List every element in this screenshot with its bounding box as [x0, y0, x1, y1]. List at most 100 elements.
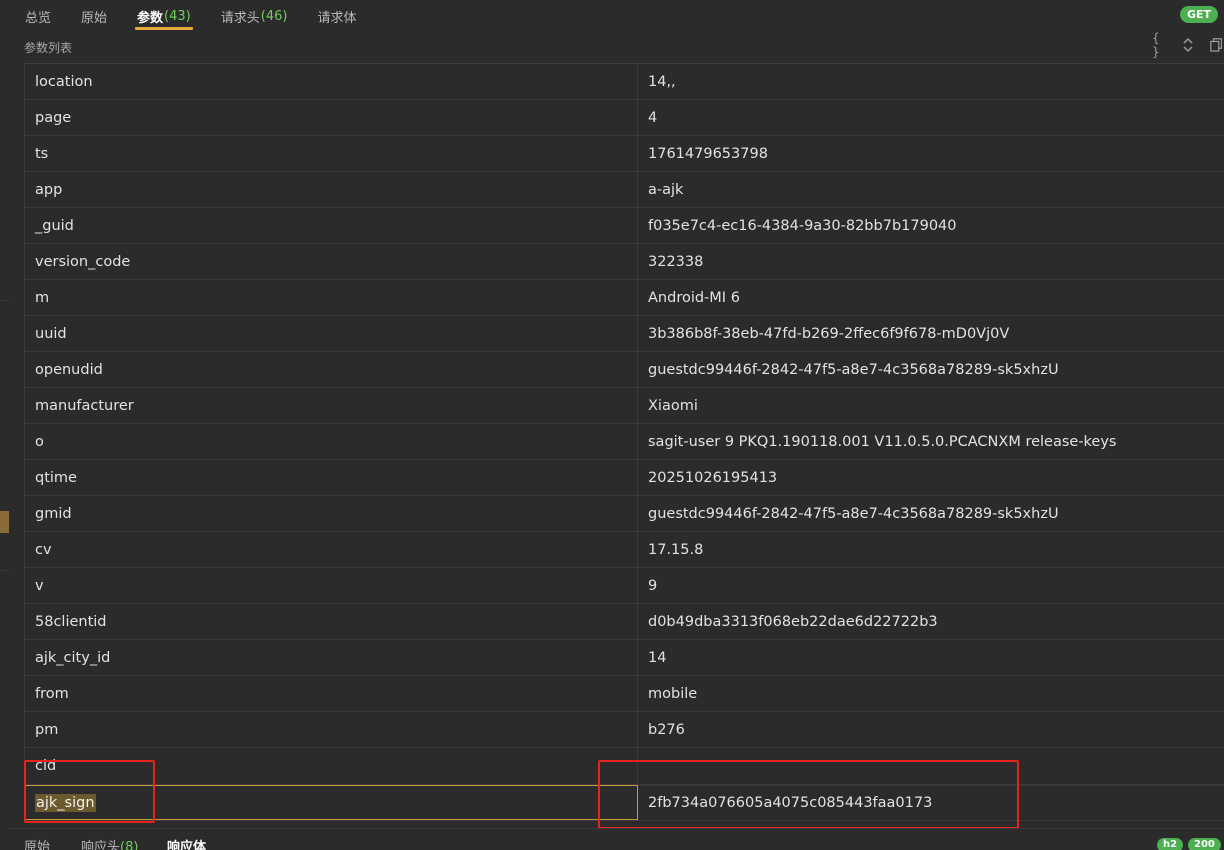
tab-request-headers[interactable]: 请求头 (46) — [206, 0, 303, 33]
params-table: location 14,, page 4 ts 1761479653798 app a-… — [24, 63, 1224, 821]
param-value: mobile — [648, 685, 698, 702]
tab-response-body[interactable]: 响应体 — [167, 836, 206, 850]
table-row[interactable]: cid — [24, 748, 1224, 785]
param-key: app — [24, 172, 638, 207]
param-value: f035e7c4-ec16-4384-9a30-82bb7b179040 — [648, 217, 957, 234]
param-value: 14 — [648, 649, 667, 666]
gutter-divider — [0, 570, 9, 571]
tab-response-raw[interactable]: 原始 — [24, 836, 50, 850]
table-row[interactable]: openudid guestdc99446f-2842-47f5-a8e7-4c3… — [24, 352, 1224, 388]
param-value: sagit-user 9 PKQ1.190118.001 V11.0.5.0.P… — [648, 433, 1117, 450]
param-key: v — [24, 568, 638, 603]
param-value: 322338 — [648, 253, 704, 270]
section-toolbar: { } — [1152, 31, 1224, 59]
param-value: 3b386b8f-38eb-47fd-b269-2ffec6f9f678-mD0… — [648, 325, 1010, 342]
param-key: from — [24, 676, 638, 711]
param-key: m — [24, 280, 638, 315]
braces-icon[interactable]: { } — [1152, 31, 1168, 59]
table-row[interactable]: o sagit-user 9 PKQ1.190118.001 V11.0.5.0.… — [24, 424, 1224, 460]
param-key: manufacturer — [24, 388, 638, 423]
search-highlight: ajk_sign — [35, 793, 96, 812]
param-value: d0b49dba3313f068eb22dae6d22722b3 — [648, 613, 938, 630]
gutter-divider — [0, 300, 9, 301]
param-value: Xiaomi — [648, 397, 698, 414]
tab-label: 响应头 — [81, 840, 121, 850]
param-key: uuid — [24, 316, 638, 351]
tab-response-headers[interactable]: 响应头(8) — [81, 836, 138, 850]
table-row[interactable]: manufacturer Xiaomi — [24, 388, 1224, 424]
param-key: qtime — [24, 460, 638, 495]
table-row[interactable]: m Android-MI 6 — [24, 280, 1224, 316]
table-row[interactable]: _guid f035e7c4-ec16-4384-9a30-82bb7b17904… — [24, 208, 1224, 244]
param-key: ajk_city_id — [24, 640, 638, 675]
gutter-selection-marker — [0, 511, 9, 533]
param-value: Android-MI 6 — [648, 289, 740, 306]
tab-label: 总览 — [25, 11, 52, 26]
app-root: 总览 原始 参数(43) 请求头(46) 请求体 GET 参数列表 { } — [0, 0, 1224, 850]
param-key: cid — [24, 748, 638, 784]
table-row[interactable]: pm b276 — [24, 712, 1224, 748]
table-row[interactable]: 58clientid d0b49dba3313f068eb22dae6d22722… — [24, 604, 1224, 640]
tab-label: 原始 — [81, 11, 108, 26]
table-row-selected[interactable]: ajk_sign 2fb734a076605a4075c085443faa017… — [24, 785, 1224, 821]
tab-label: 参数 — [137, 11, 164, 26]
table-row[interactable]: app a-ajk — [24, 172, 1224, 208]
tab-label: 请求体 — [317, 11, 357, 26]
table-row[interactable]: ajk_city_id 14 — [24, 640, 1224, 676]
param-key: gmid — [24, 496, 638, 531]
tab-label: 原始 — [24, 840, 51, 850]
tab-label: 请求头 — [220, 11, 260, 26]
expand-collapse-icon[interactable] — [1180, 37, 1196, 53]
table-row[interactable]: page 4 — [24, 100, 1224, 136]
table-row[interactable]: gmid guestdc99446f-2842-47f5-a8e7-4c3568a… — [24, 496, 1224, 532]
params-section-header: 参数列表 { } — [24, 31, 1224, 60]
status-badge: 200 — [1188, 838, 1221, 850]
param-key: location — [24, 64, 638, 99]
param-key: 58clientid — [24, 604, 638, 639]
table-row[interactable]: v9 — [24, 568, 1224, 604]
param-value: 1761479653798 — [648, 145, 768, 162]
param-value: 4 — [648, 109, 658, 126]
tab-raw[interactable]: 原始 — [66, 0, 122, 33]
param-value: 17.15.8 — [648, 541, 704, 558]
param-value: 20251026195413 — [648, 469, 778, 486]
copy-icon[interactable] — [1208, 37, 1224, 53]
tab-label: 响应体 — [167, 840, 207, 850]
param-value: 14,, — [648, 73, 676, 90]
param-value: guestdc99446f-2842-47f5-a8e7-4c3568a7828… — [648, 361, 1059, 378]
param-value: 9 — [648, 577, 658, 594]
param-value: b276 — [648, 721, 685, 738]
tab-overview[interactable]: 总览 — [10, 0, 66, 33]
tab-count: (46) — [260, 9, 288, 24]
param-key: page — [24, 100, 638, 135]
table-row[interactable]: from mobile — [24, 676, 1224, 712]
param-key: ts — [24, 136, 638, 171]
tab-count: (8) — [120, 840, 139, 850]
tab-count: (43) — [164, 9, 191, 24]
response-tabs: 原始 响应头(8) 响应体 h2 200 — [10, 828, 1224, 850]
param-value: 2fb734a076605a4075c085443faa0173 — [638, 785, 1224, 820]
param-key: o — [24, 424, 638, 459]
table-row[interactable]: uuid 3b386b8f-38eb-47fd-b269-2ffec6f9f678… — [24, 316, 1224, 352]
param-key: _guid — [24, 208, 638, 243]
table-row[interactable]: ts 1761479653798 — [24, 136, 1224, 172]
param-key: openudid — [24, 352, 638, 387]
table-row[interactable]: qtime 20251026195413 — [24, 460, 1224, 496]
param-value: guestdc99446f-2842-47f5-a8e7-4c3568a7828… — [648, 505, 1059, 522]
protocol-badge: h2 — [1157, 838, 1184, 850]
param-key: pm — [24, 712, 638, 747]
param-key: version_code — [24, 244, 638, 279]
tab-params[interactable]: 参数 (43) — [122, 0, 206, 33]
tab-request-body[interactable]: 请求体 — [302, 0, 371, 33]
table-row[interactable]: cv 17.15.8 — [24, 532, 1224, 568]
method-badge: GET — [1179, 6, 1218, 23]
param-key: ajk_sign — [24, 785, 638, 820]
section-title: 参数列表 — [24, 40, 73, 55]
param-value: a-ajk — [648, 181, 684, 198]
table-row[interactable]: location 14,, — [24, 64, 1224, 100]
param-key: cv — [24, 532, 638, 567]
param-value — [638, 748, 1224, 784]
table-row[interactable]: version_code 322338 — [24, 244, 1224, 280]
request-tabs: 总览 原始 参数 (43) 请求头 (46) 请求体 GET — [10, 0, 1224, 33]
left-gutter — [0, 0, 9, 850]
